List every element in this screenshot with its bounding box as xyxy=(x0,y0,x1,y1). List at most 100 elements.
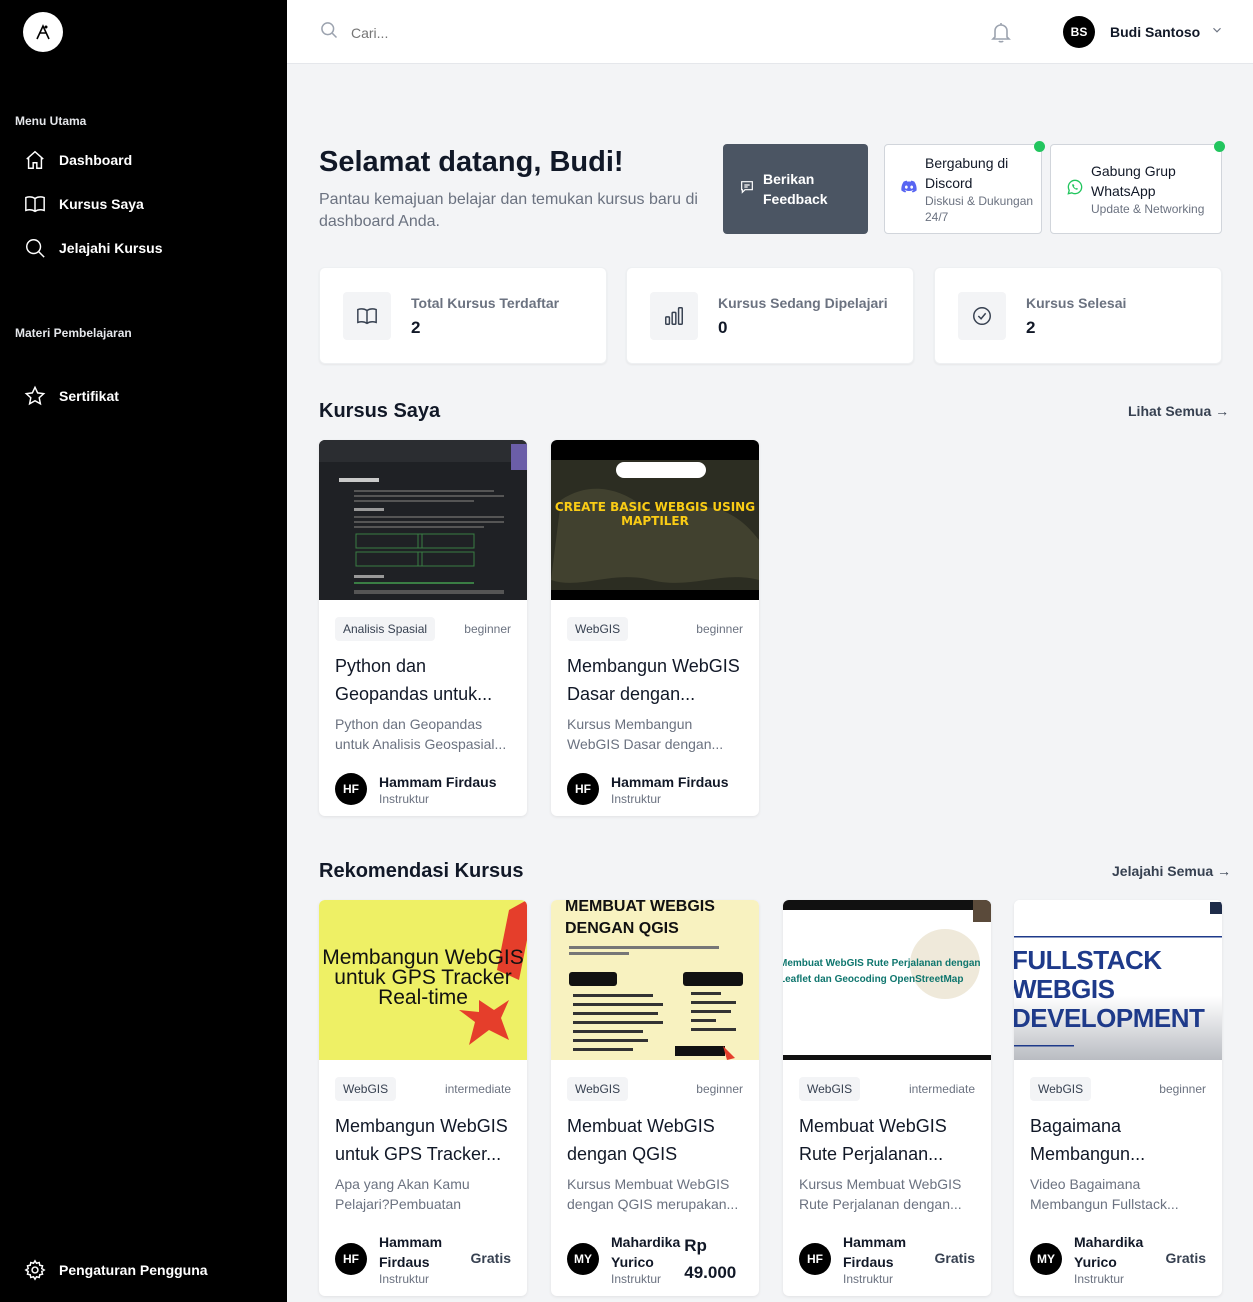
instructor-avatar: HF xyxy=(335,773,367,805)
sidebar-item-my-courses[interactable]: Kursus Saya xyxy=(23,188,273,220)
instructor-role: Instruktur xyxy=(379,1272,430,1286)
course-description: Kursus Membuat WebGIS dengan QGIS merupa… xyxy=(567,1176,739,1212)
instructor-role: Instruktur xyxy=(1074,1272,1125,1286)
sidebar-item-explore[interactable]: Jelajahi Kursus xyxy=(23,232,273,264)
instructor-avatar: MY xyxy=(567,1243,599,1275)
whatsapp-icon xyxy=(1067,179,1083,200)
level-label: intermediate xyxy=(908,1082,975,1096)
level-label: intermediate xyxy=(444,1082,511,1096)
sidebar-item-label: Sertifikat xyxy=(59,388,119,404)
category-badge: Analisis Spasial xyxy=(335,617,436,641)
stat-label: Total Kursus Terdaftar xyxy=(411,295,560,311)
sidebar-item-label: Dashboard xyxy=(59,152,133,168)
online-indicator xyxy=(1034,141,1045,152)
sidebar-item-settings[interactable]: Pengaturan Pengguna xyxy=(23,1254,273,1286)
check-circle-icon xyxy=(958,292,1006,340)
course-card[interactable]: MEMBUAT WEBGIS DENGAN QGIS WebGIS beginn… xyxy=(551,900,759,1296)
stat-value: 0 xyxy=(718,318,728,337)
stat-card-completed: Kursus Selesai 2 xyxy=(934,267,1222,364)
discord-title: Bergabung di Discord xyxy=(925,155,1009,191)
sidebar-item-label: Kursus Saya xyxy=(59,196,144,212)
course-thumbnail: FULLSTACK WEBGIS DEVELOPMENT xyxy=(1014,900,1222,1060)
course-card[interactable]: Membangun WebGIS untuk GPS Tracker Real-… xyxy=(319,900,527,1296)
course-title: Membangun WebGIS untuk GPS Tracker... xyxy=(335,1116,508,1164)
category-badge: WebGIS xyxy=(1030,1077,1092,1101)
thumbnail-text: Membangun WebGIS untuk GPS Tracker Real-… xyxy=(322,946,524,1009)
level-label: beginner xyxy=(1159,1082,1206,1096)
sidebar-section-main: Menu Utama xyxy=(15,114,87,128)
discord-card[interactable]: Bergabung di Discord Diskusi & Dukungan … xyxy=(884,141,1045,234)
whatsapp-title: Gabung Grup WhatsApp xyxy=(1091,163,1176,199)
sidebar-item-dashboard[interactable]: Dashboard xyxy=(23,144,273,176)
book-open-icon xyxy=(23,192,47,216)
price-label: Gratis xyxy=(1165,1250,1206,1266)
page-subtitle: Pantau kemajuan belajar dan temukan kurs… xyxy=(319,191,698,230)
topbar: BS Budi Santoso xyxy=(287,0,1253,64)
course-description: Video Bagaimana Membangun Fullstack... xyxy=(1030,1176,1179,1212)
instructor-name: Hammam Firdaus xyxy=(379,1234,443,1270)
instructor-avatar: MY xyxy=(1030,1243,1062,1275)
thumbnail-text: FULLSTACK WEBGIS DEVELOPMENT xyxy=(1014,945,1205,1033)
stat-card-in-progress: Kursus Sedang Dipelajari 0 xyxy=(626,267,914,364)
level-label: beginner xyxy=(696,1082,743,1096)
instructor-avatar: HF xyxy=(799,1243,831,1275)
search-input[interactable] xyxy=(351,24,651,41)
page-title: Selamat datang, Budi! xyxy=(319,146,624,178)
logo-icon xyxy=(36,24,50,40)
course-thumbnail: Membangun WebGIS untuk GPS Tracker Real-… xyxy=(319,900,527,1060)
course-title: Membuat WebGIS Rute Perjalanan... xyxy=(799,1116,947,1164)
course-description: Kursus Membangun WebGIS Dasar dengan... xyxy=(567,716,724,752)
sidebar-item-label: Pengaturan Pengguna xyxy=(59,1262,208,1278)
course-card[interactable]: CREATE BASIC WEBGIS USING MAPTILER WebGI… xyxy=(551,440,759,816)
star-icon xyxy=(23,384,47,408)
search-bar xyxy=(319,20,719,45)
whatsapp-card[interactable]: Gabung Grup WhatsApp Update & Networking xyxy=(1050,141,1225,234)
course-thumbnail: CREATE BASIC WEBGIS USING MAPTILER xyxy=(551,440,759,600)
home-icon xyxy=(23,148,47,172)
feedback-button[interactable]: Berikan Feedback xyxy=(723,144,868,234)
course-card[interactable]: Membuat WebGIS Rute Perjalanan dengan Le… xyxy=(783,900,991,1296)
category-badge: WebGIS xyxy=(567,617,629,641)
user-name: Budi Santoso xyxy=(1110,24,1201,40)
course-card[interactable]: Analisis Spasial beginner Python dan Geo… xyxy=(319,440,527,816)
search-icon xyxy=(319,20,339,45)
avatar: BS xyxy=(1063,16,1095,48)
course-title: Membuat WebGIS dengan QGIS xyxy=(567,1116,715,1164)
sidebar-item-certificate[interactable]: Sertifikat xyxy=(23,380,273,412)
instructor-name: Mahardika Yurico xyxy=(1074,1234,1144,1270)
course-title: Bagaimana Membangun... xyxy=(1030,1116,1146,1164)
course-description: Python dan Geopandas untuk Analisis Geos… xyxy=(335,716,507,752)
bar-chart-icon xyxy=(650,292,698,340)
my-courses-title: Kursus Saya xyxy=(319,400,441,422)
instructor-role: Instruktur xyxy=(379,792,430,806)
level-label: beginner xyxy=(464,622,511,636)
instructor-avatar: HF xyxy=(335,1243,367,1275)
price-label: Gratis xyxy=(934,1250,975,1266)
level-label: beginner xyxy=(696,622,743,636)
whatsapp-subtitle: Update & Networking xyxy=(1091,202,1205,216)
user-menu[interactable]: BS Budi Santoso xyxy=(1063,16,1224,48)
course-thumbnail: MEMBUAT WEBGIS DENGAN QGIS xyxy=(551,900,759,1060)
chat-icon xyxy=(739,179,755,200)
explore-all-link[interactable]: Jelajahi Semua → xyxy=(1112,863,1231,879)
course-card[interactable]: FULLSTACK WEBGIS DEVELOPMENT WebGIS begi… xyxy=(1014,900,1222,1296)
app-logo[interactable] xyxy=(23,12,63,52)
view-all-link[interactable]: Lihat Semua → xyxy=(1128,403,1229,419)
instructor-role: Instruktur xyxy=(611,792,662,806)
thumbnail-text: CREATE BASIC WEBGIS USING MAPTILER xyxy=(554,500,756,528)
stat-label: Kursus Selesai xyxy=(1026,295,1127,311)
course-description: Kursus Membuat WebGIS Rute Perjalanan de… xyxy=(799,1176,962,1212)
stat-card-enrolled: Total Kursus Terdaftar 2 xyxy=(319,267,607,364)
instructor-name: Mahardika Yurico xyxy=(611,1234,681,1270)
gear-icon xyxy=(23,1258,47,1282)
thumbnail-text: Membuat WebGIS Rute Perjalanan dengan Le… xyxy=(783,958,981,985)
course-title: Membangun WebGIS Dasar dengan... xyxy=(567,656,740,704)
recommended-title: Rekomendasi Kursus xyxy=(319,860,524,882)
chevron-down-icon xyxy=(1210,23,1224,42)
stat-value: 2 xyxy=(1026,318,1036,337)
course-thumbnail xyxy=(319,440,527,600)
notification-bell-icon[interactable] xyxy=(989,20,1013,49)
course-title: Python dan Geopandas untuk... xyxy=(335,656,493,704)
category-badge: WebGIS xyxy=(799,1077,861,1101)
stat-value: 2 xyxy=(411,318,421,337)
